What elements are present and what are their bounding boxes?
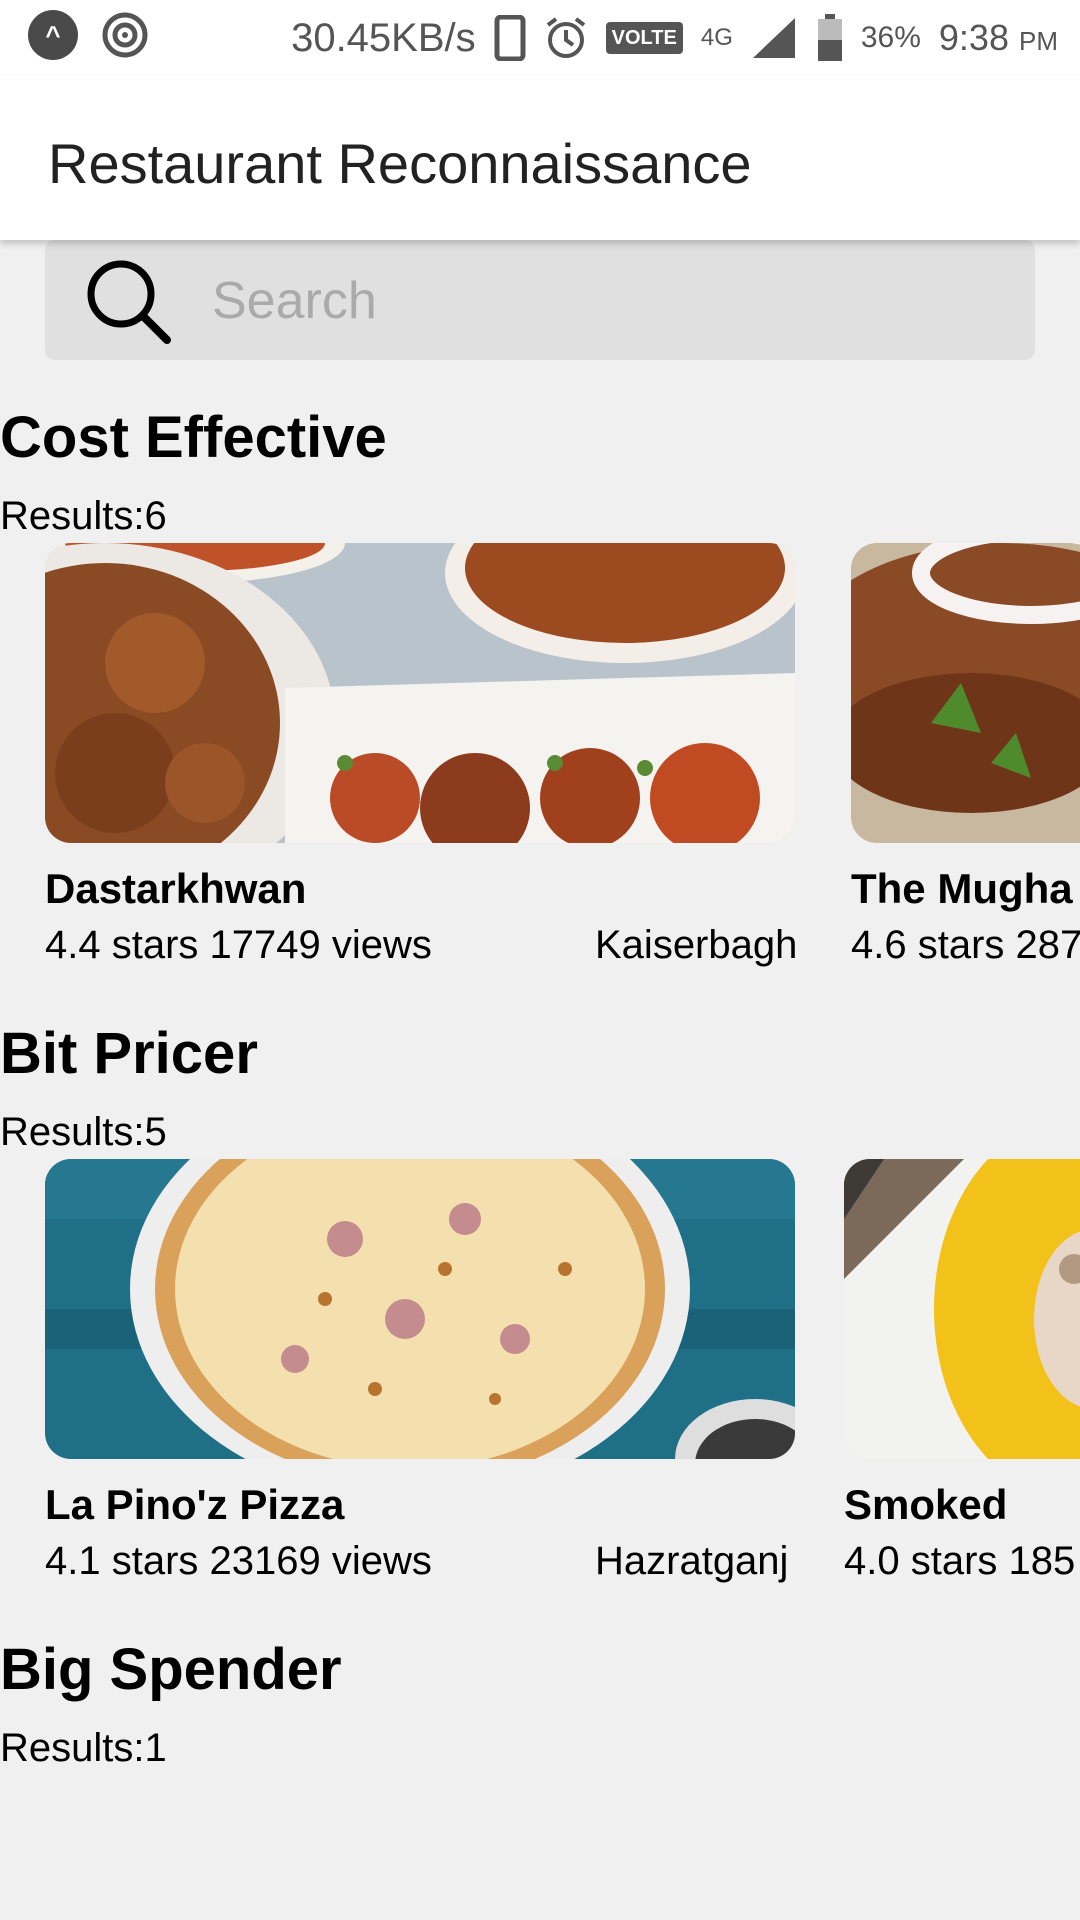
restaurant-name: Dastarkhwan	[45, 865, 307, 912]
food-photo-kebabs	[45, 543, 795, 843]
battery-percent: 36%	[860, 21, 921, 54]
clock-time: 9:38	[938, 17, 1009, 58]
restaurant-card[interactable]: The Mugha 4.6 stars 287	[851, 543, 1080, 983]
restaurant-card[interactable]: Dastarkhwan 4.4 stars 17749 views Kaiser…	[45, 543, 815, 983]
search-icon	[87, 260, 171, 344]
restaurant-name: La Pino'z Pizza	[45, 1481, 345, 1528]
network-speed: 30.45KB/s	[291, 15, 476, 60]
restaurant-card[interactable]: La Pino'z Pizza 4.1 stars 23169 views Ha…	[45, 1159, 815, 1599]
hotspot-icon	[102, 12, 148, 58]
restaurant-stats: 4.0 stars 185	[844, 1539, 1076, 1583]
signal-icon	[752, 18, 795, 58]
results-count: Results:6	[0, 494, 167, 538]
status-bar: ^ 30.45KB/s VOLTE 4G 36% 9:38 PM	[0, 0, 1080, 75]
phone-icon	[494, 15, 526, 61]
restaurant-stats: 4.1 stars 23169 views	[45, 1539, 432, 1583]
food-photo-kebab-onion	[851, 543, 1080, 843]
section-title-cost-effective: Cost Effective	[0, 405, 387, 470]
restaurant-stats: 4.6 stars 287	[851, 923, 1080, 967]
alarm-icon	[546, 17, 585, 58]
restaurant-name: Smoked	[844, 1481, 1008, 1528]
clock-ampm: PM	[1019, 26, 1058, 56]
restaurant-card[interactable]: Smoked 4.0 stars 185	[844, 1159, 1080, 1599]
restaurant-image[interactable]	[844, 1159, 1080, 1459]
restaurant-stats: 4.4 stars 17749 views	[45, 923, 432, 967]
clock: 9:38 PM	[939, 17, 1058, 59]
search-input[interactable]	[210, 260, 994, 342]
app-bar: Restaurant Reconnaissance	[0, 75, 1080, 240]
restaurant-image[interactable]	[45, 1159, 795, 1459]
restaurant-location: Kaiserbagh	[595, 923, 798, 967]
volte-badge: VOLTE	[605, 22, 683, 54]
restaurant-name: The Mugha	[851, 865, 1073, 912]
search-bar[interactable]	[45, 240, 1035, 360]
section-title-big-spender: Big Spender	[0, 1637, 342, 1702]
food-photo-pizza	[45, 1159, 795, 1459]
section-title-bit-pricer: Bit Pricer	[0, 1021, 258, 1086]
restaurant-location: Hazratganj	[595, 1539, 789, 1583]
app-notification-icon: ^	[28, 10, 78, 60]
results-count: Results:1	[0, 1726, 167, 1770]
app-title: Restaurant Reconnaissance	[48, 132, 752, 195]
network-type: 4G	[700, 24, 733, 51]
restaurant-image[interactable]	[851, 543, 1080, 843]
food-photo-smoked	[844, 1159, 1080, 1459]
results-count: Results:5	[0, 1110, 167, 1154]
battery-icon	[817, 14, 842, 61]
restaurant-image[interactable]	[45, 543, 795, 843]
